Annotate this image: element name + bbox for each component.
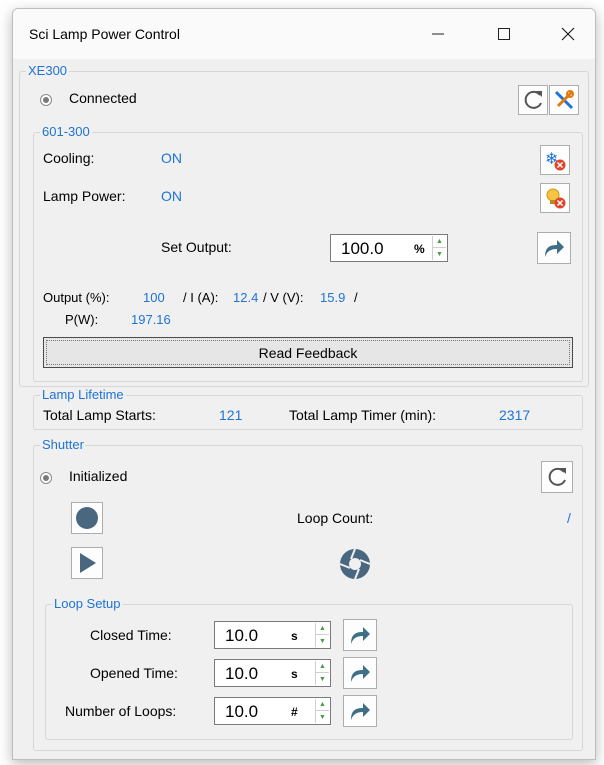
apply-loops-button[interactable]: [343, 695, 377, 727]
tools-icon: [554, 90, 574, 110]
play-button[interactable]: [71, 547, 103, 579]
lamp-timer-value: 2317: [499, 407, 531, 423]
opened-time-input[interactable]: 10.0 s ▲ ▼: [214, 659, 331, 687]
cooling-off-button[interactable]: ❄: [540, 145, 570, 175]
set-output-value: 100.0: [341, 239, 384, 258]
decrement-icon[interactable]: ▼: [433, 248, 446, 260]
forward-arrow-icon: [351, 627, 370, 644]
forward-arrow-icon: [545, 240, 564, 257]
set-output-unit: %: [414, 242, 425, 256]
opened-time-value: 10.0: [225, 664, 259, 683]
lamp-power-label: Lamp Power:: [43, 188, 126, 204]
set-output-input[interactable]: 100.0 % ▲ ▼: [330, 234, 448, 262]
voltage-label: / V (V):: [263, 290, 304, 305]
opened-time-label: Opened Time:: [90, 665, 178, 681]
output-label: Output (%):: [43, 290, 110, 305]
number-of-loops-value: 10.0: [225, 702, 259, 721]
number-of-loops-unit: #: [291, 705, 298, 719]
decrement-icon[interactable]: ▼: [316, 673, 329, 685]
shutter-reinit-button[interactable]: [541, 461, 573, 493]
play-icon: [80, 553, 96, 573]
voltage-value: 15.9: [320, 290, 346, 305]
increment-icon[interactable]: ▲: [316, 623, 329, 635]
closed-time-unit: s: [291, 629, 298, 643]
settings-button[interactable]: [549, 85, 579, 115]
set-output-stepper[interactable]: ▲ ▼: [432, 236, 446, 260]
output-value: 100: [143, 290, 165, 305]
lamp-off-button[interactable]: [540, 183, 570, 213]
read-feedback-button[interactable]: Read Feedback: [43, 337, 573, 368]
decrement-icon[interactable]: ▼: [316, 711, 329, 723]
connected-label: Connected: [69, 90, 137, 106]
opened-time-unit: s: [291, 667, 298, 681]
apply-opened-time-button[interactable]: [343, 657, 377, 689]
loop-count-value: /: [567, 510, 571, 526]
number-of-loops-label: Number of Loops:: [65, 703, 177, 719]
read-feedback-label: Read Feedback: [258, 344, 358, 361]
number-of-loops-stepper[interactable]: ▲ ▼: [315, 699, 329, 723]
initialized-label: Initialized: [69, 468, 128, 484]
controller-legend: 601-300: [40, 124, 92, 140]
closed-time-value: 10.0: [225, 626, 259, 645]
apply-output-button[interactable]: [537, 232, 571, 264]
increment-icon[interactable]: ▲: [433, 236, 446, 248]
minimize-icon: [432, 33, 444, 35]
lamp-starts-label: Total Lamp Starts:: [43, 407, 156, 423]
power-label: P(W):: [65, 312, 99, 327]
initialized-indicator: [40, 472, 52, 484]
number-of-loops-input[interactable]: 10.0 # ▲ ▼: [214, 697, 331, 725]
cooling-label: Cooling:: [43, 150, 95, 166]
power-value: 197.16: [131, 312, 171, 327]
maximize-button[interactable]: [479, 9, 529, 59]
record-button[interactable]: [71, 502, 103, 534]
maximize-icon: [498, 28, 510, 40]
lifetime-legend: Lamp Lifetime: [40, 387, 126, 403]
shutter-aperture-icon: [339, 548, 371, 580]
refresh-icon: [548, 467, 566, 486]
output-slash: /: [354, 290, 358, 305]
closed-time-input[interactable]: 10.0 s ▲ ▼: [214, 621, 331, 649]
closed-time-label: Closed Time:: [90, 627, 172, 643]
snowflake-off-icon: ❄: [545, 149, 566, 171]
bulb-off-icon: [546, 188, 566, 209]
close-icon: [561, 27, 575, 41]
forward-arrow-icon: [351, 665, 370, 682]
opened-time-stepper[interactable]: ▲ ▼: [315, 661, 329, 685]
increment-icon[interactable]: ▲: [316, 699, 329, 711]
refresh-icon: [524, 90, 542, 109]
lamp-timer-label: Total Lamp Timer (min):: [289, 407, 437, 423]
cooling-value: ON: [161, 150, 182, 166]
minimize-button[interactable]: [413, 9, 463, 59]
apply-closed-time-button[interactable]: [343, 619, 377, 651]
closed-time-stepper[interactable]: ▲ ▼: [315, 623, 329, 647]
decrement-icon[interactable]: ▼: [316, 635, 329, 647]
window-title: Sci Lamp Power Control: [29, 26, 180, 42]
record-icon: [76, 507, 98, 529]
loop-count-label: Loop Count:: [297, 510, 374, 526]
shutter-legend: Shutter: [40, 437, 86, 453]
current-label: / I (A):: [183, 290, 219, 305]
set-output-label: Set Output:: [161, 239, 232, 255]
xe300-legend: XE300: [26, 63, 70, 79]
increment-icon[interactable]: ▲: [316, 661, 329, 673]
reconnect-button[interactable]: [518, 85, 548, 115]
lamp-power-value: ON: [161, 188, 182, 204]
lamp-starts-value: 121: [219, 407, 243, 423]
app-window: Sci Lamp Power Control XE300 Connected 6…: [12, 8, 596, 760]
current-value: 12.4: [233, 290, 259, 305]
title-bar: Sci Lamp Power Control: [13, 9, 595, 59]
loop-setup-legend: Loop Setup: [52, 596, 123, 612]
close-button[interactable]: [543, 9, 593, 59]
connected-indicator: [40, 94, 52, 106]
forward-arrow-icon: [351, 703, 370, 720]
